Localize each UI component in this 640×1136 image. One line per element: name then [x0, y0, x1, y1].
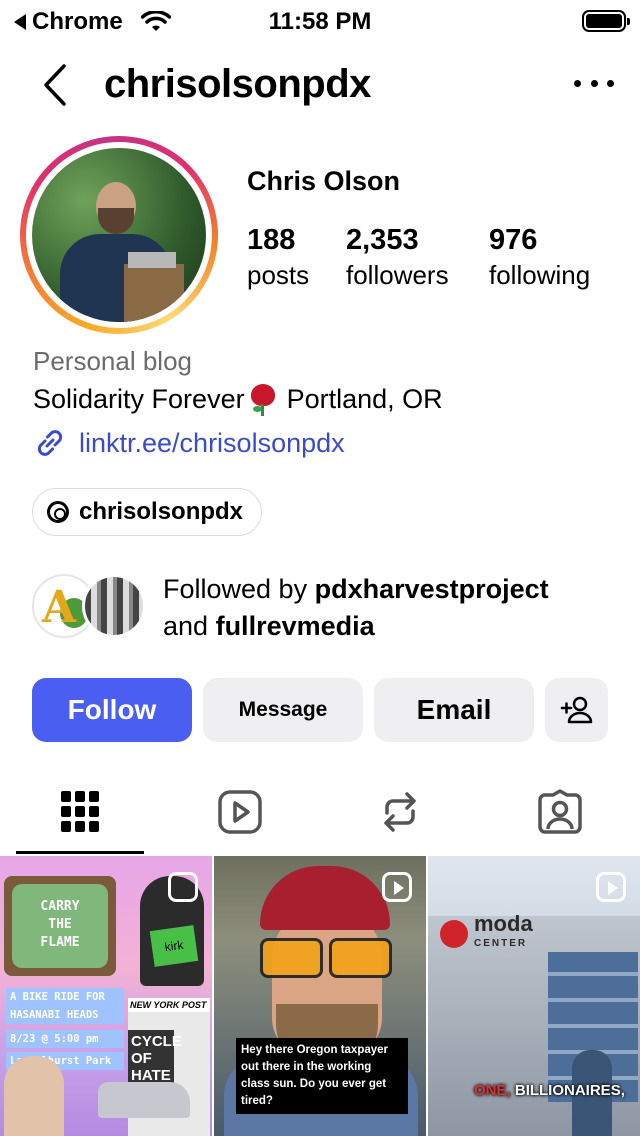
mutual-follower-2: fullrevmedia	[215, 611, 375, 641]
post-thumbnail[interactable]: CARRY THE FLAME kirk A BIKE RIDE FOR HAS…	[0, 856, 212, 1136]
post-caption: ONE, BILLIONAIRES,	[474, 1082, 625, 1099]
email-button[interactable]: Email	[374, 678, 534, 742]
avatar-photo	[32, 148, 206, 322]
carousel-icon	[168, 872, 198, 902]
followed-by-prefix: Followed by	[163, 574, 308, 604]
link-text: linktr.ee/chrisolsonpdx	[79, 427, 345, 458]
post-text: kirk	[149, 925, 199, 967]
rose-emoji-icon	[249, 382, 275, 416]
tv-graphic: CARRY THE FLAME	[4, 876, 116, 976]
post-text: HASANABI HEADS	[6, 1006, 124, 1024]
clock: 11:58 PM	[268, 8, 372, 35]
post-thumbnail[interactable]: Hey there Oregon taxpayer out there in t…	[214, 856, 426, 1136]
profile-category: Personal blog	[33, 346, 192, 376]
bio-part1: Solidarity Forever	[33, 383, 245, 414]
posts-count[interactable]: 188 posts	[247, 222, 309, 292]
post-text: A BIKE RIDE FOR	[6, 988, 124, 1006]
followers-count[interactable]: 2,353 followers	[346, 222, 449, 292]
post-thumbnail[interactable]: moda CENTER ONE, BILLIONAIRES,	[428, 856, 640, 1136]
stat-value: 976	[489, 224, 538, 256]
bio-part2: Portland, OR	[286, 383, 443, 414]
stat-value: 188	[247, 224, 296, 256]
post-text: 8/23 @ 5:00 pm	[6, 1030, 124, 1048]
followed-by-text[interactable]: Followed by pdxharvestproject and fullre…	[163, 571, 549, 645]
suggested-users-button[interactable]	[545, 678, 608, 742]
follow-button[interactable]: Follow	[32, 678, 192, 742]
post-text: NEW YORK POST	[128, 998, 210, 1012]
repost-icon	[384, 792, 416, 832]
moda-center-logo: moda CENTER	[440, 913, 533, 954]
avatar	[82, 574, 146, 638]
threads-handle: chrisolsonpdx	[79, 498, 244, 525]
grid-icon	[61, 791, 99, 833]
post-text: CARRY	[40, 899, 80, 914]
tagged-person-icon	[538, 789, 582, 834]
mutual-follower-1: pdxharvestproject	[314, 574, 549, 604]
tab-reels[interactable]	[160, 770, 320, 854]
threads-badge[interactable]: chrisolsonpdx	[32, 488, 263, 536]
reels-icon	[218, 790, 262, 834]
reel-icon	[382, 872, 412, 902]
profile-avatar[interactable]	[20, 136, 218, 334]
post-text: THE	[48, 917, 72, 932]
back-chevron-icon[interactable]	[36, 60, 76, 110]
post-text: FLAME	[40, 935, 80, 950]
profile-header: chrisolsonpdx	[0, 50, 640, 120]
threads-icon	[47, 501, 69, 523]
tab-tagged[interactable]	[480, 770, 640, 854]
post-text: CYCLE OF HATE	[128, 1030, 182, 1087]
profile-link[interactable]: linktr.ee/chrisolsonpdx	[33, 426, 345, 460]
message-button[interactable]: Message	[203, 678, 363, 742]
profile-tabs	[0, 770, 640, 854]
stat-label: followers	[346, 260, 449, 290]
add-person-icon	[560, 696, 592, 724]
mutual-followers-avatars[interactable]: A	[32, 574, 150, 640]
more-options-icon[interactable]	[574, 68, 614, 98]
bio-text: Solidarity Forever Portland, OR	[33, 382, 443, 416]
stat-label: following	[489, 260, 591, 290]
full-name: Chris Olson	[247, 166, 401, 196]
tab-grid[interactable]	[0, 770, 160, 854]
link-icon	[37, 430, 63, 456]
status-bar: Chrome 11:58 PM	[0, 0, 640, 40]
post-caption: Hey there Oregon taxpayer out there in t…	[236, 1038, 408, 1114]
tab-reposts[interactable]	[320, 770, 480, 854]
reel-icon	[596, 872, 626, 902]
following-count[interactable]: 976 following	[489, 222, 590, 292]
followed-by-joiner: and	[163, 611, 209, 641]
username-title: chrisolsonpdx	[104, 62, 371, 106]
stat-label: posts	[247, 260, 310, 290]
posts-grid: CARRY THE FLAME kirk A BIKE RIDE FOR HAS…	[0, 856, 640, 1136]
battery-icon	[582, 10, 630, 32]
sunglasses-graphic	[260, 938, 392, 978]
stat-value: 2,353	[346, 224, 419, 256]
